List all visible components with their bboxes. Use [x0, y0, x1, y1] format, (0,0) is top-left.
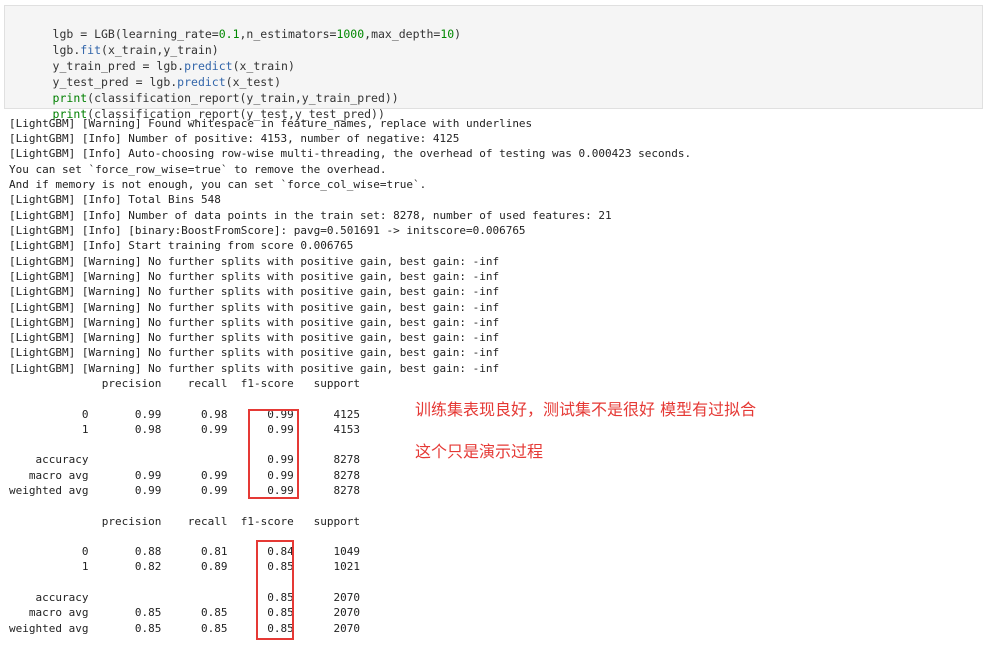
code-token-number: 1000	[336, 27, 365, 41]
report-row: 0 0.99 0.98 0.99 4125	[9, 408, 360, 421]
output-line: [LightGBM] [Info] Number of positive: 41…	[9, 132, 460, 145]
train-f1-highlight-box	[248, 409, 299, 499]
report-row: macro avg 0.99 0.99 0.99 8278	[9, 469, 360, 482]
output-line: [LightGBM] [Warning] No further splits w…	[9, 316, 500, 329]
report-row: 1 0.82 0.89 0.85 1021	[9, 560, 360, 573]
report-row: weighted avg 0.99 0.99 0.99 8278	[9, 484, 360, 497]
annotation-overfitting: 训练集表现良好，测试集不是很好 模型有过拟合	[415, 400, 757, 419]
report-row: accuracy 0.99 8278	[9, 453, 360, 466]
report-row: accuracy 0.85 2070	[9, 591, 360, 604]
code-token-number: 0.1	[218, 27, 240, 41]
output-line: [LightGBM] [Warning] Found whitespace in…	[9, 117, 533, 130]
annotation-demo: 这个只是演示过程	[415, 442, 544, 461]
code-token: ,max_depth=	[364, 27, 441, 41]
report-header: precision recall f1-score support	[9, 515, 360, 528]
code-token: )	[454, 27, 462, 41]
output-line: [LightGBM] [Warning] No further splits w…	[9, 270, 500, 283]
output-line: [LightGBM] [Warning] No further splits w…	[9, 255, 500, 268]
output-line: [LightGBM] [Info] Total Bins 548	[9, 193, 221, 206]
output-line: [LightGBM] [Info] Number of data points …	[9, 209, 612, 222]
output-line: [LightGBM] [Info] Auto-choosing row-wise…	[9, 147, 692, 160]
output-line: [LightGBM] [Info] Start training from sc…	[9, 239, 354, 252]
report-row: weighted avg 0.85 0.85 0.85 2070	[9, 622, 360, 635]
output-line: [LightGBM] [Warning] No further splits w…	[9, 346, 500, 359]
report-header: precision recall f1-score support	[9, 377, 360, 390]
output-line: You can set `force_row_wise=true` to rem…	[9, 163, 387, 176]
output-line: [LightGBM] [Info] [binary:BoostFromScore…	[9, 224, 526, 237]
code-token: ,n_estimators=	[239, 27, 337, 41]
report-row: macro avg 0.85 0.85 0.85 2070	[9, 606, 360, 619]
code-token-number: 10	[440, 27, 455, 41]
output-line: [LightGBM] [Warning] No further splits w…	[9, 301, 500, 314]
test-f1-highlight-box	[256, 540, 294, 640]
output-line: And if memory is not enough, you can set…	[9, 178, 427, 191]
report-row: 0 0.88 0.81 0.84 1049	[9, 545, 360, 558]
notebook-page: lgb = LGB(learning_rate=0.1,n_estimators…	[0, 0, 987, 655]
output-line: [LightGBM] [Warning] No further splits w…	[9, 331, 500, 344]
output-line: [LightGBM] [Warning] No further splits w…	[9, 285, 500, 298]
output-line: [LightGBM] [Warning] No further splits w…	[9, 362, 500, 375]
code-cell[interactable]: lgb = LGB(learning_rate=0.1,n_estimators…	[4, 5, 983, 121]
report-row: 1 0.98 0.99 0.99 4153	[9, 423, 360, 436]
